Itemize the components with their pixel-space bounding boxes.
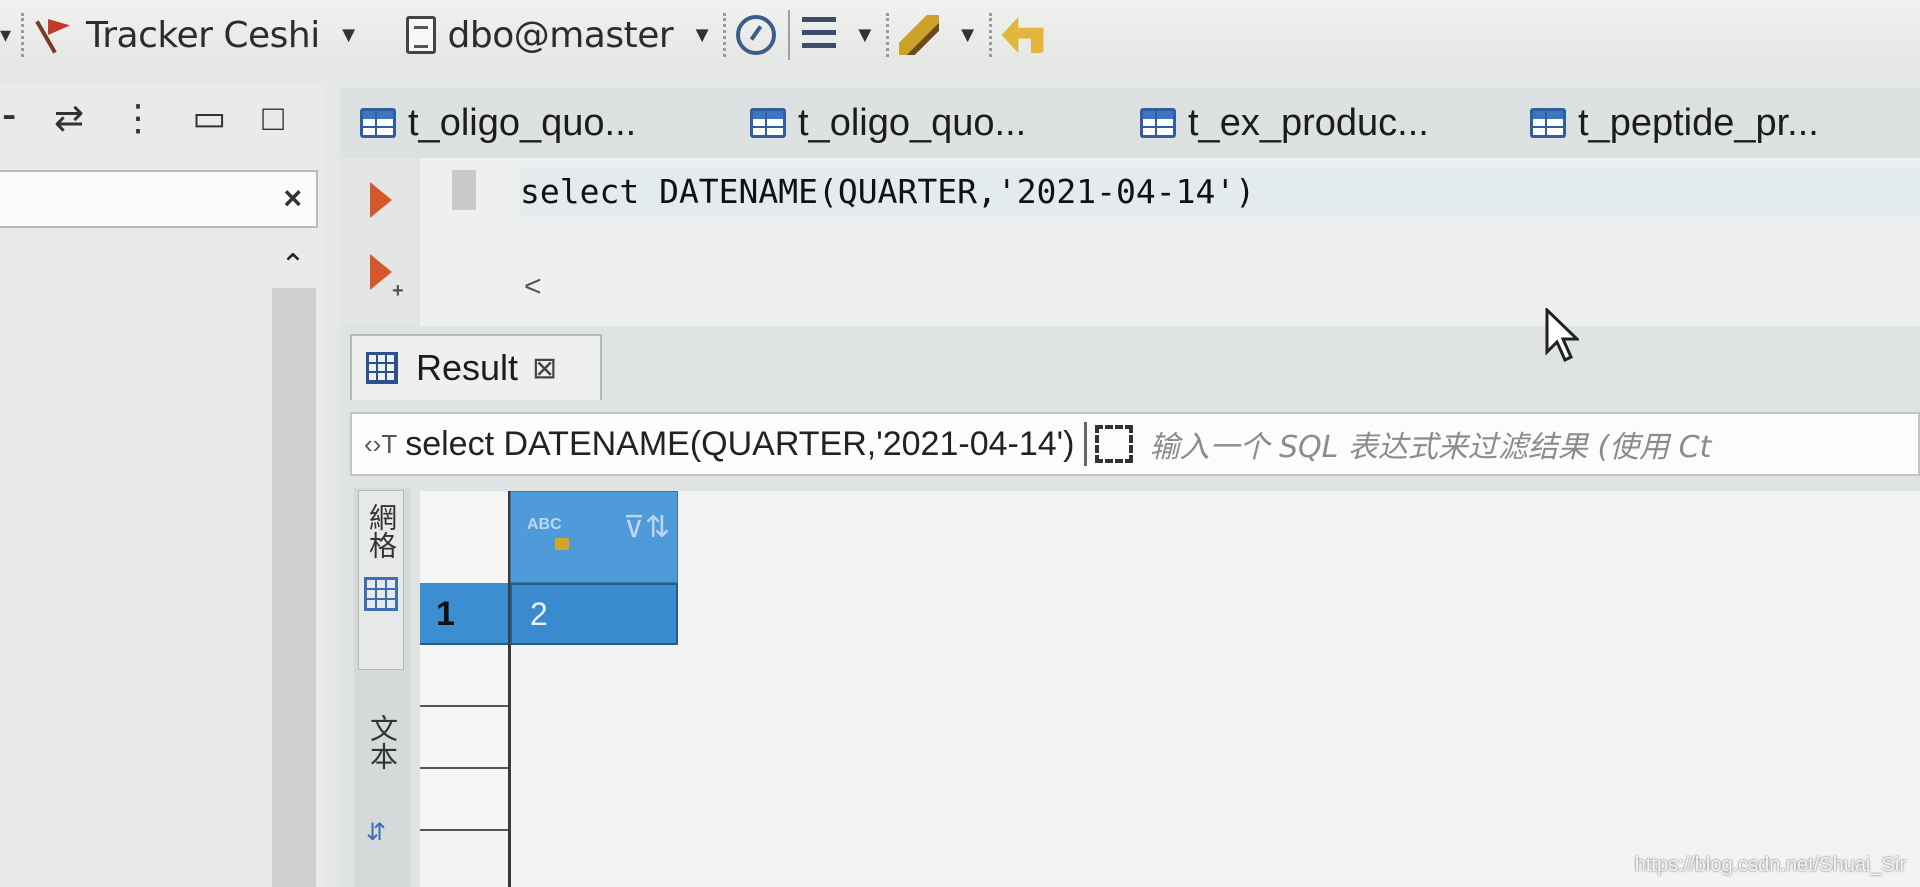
result-panel: Result ⊠ ‹›T select DATENAME(QUARTER,'20… bbox=[340, 326, 1920, 887]
maximize-icon[interactable]: □ bbox=[262, 97, 284, 139]
toolbar-separator bbox=[21, 13, 25, 57]
grid-corner bbox=[420, 491, 510, 583]
plus-icon: + bbox=[392, 280, 404, 302]
tab-label: t_peptide_pr... bbox=[1578, 101, 1819, 144]
row-number-empty bbox=[420, 707, 510, 769]
filter-input[interactable]: 输入一个 SQL 表达式来过滤结果 (使用 Ct bbox=[1149, 422, 1711, 466]
expand-icon[interactable] bbox=[1095, 425, 1134, 463]
minimize-icon[interactable]: ▭ bbox=[192, 97, 226, 139]
tab-label: t_oligo_quo... bbox=[798, 101, 1027, 144]
back-button[interactable] bbox=[1001, 0, 1044, 70]
tab-label: t_oligo_quo... bbox=[408, 101, 637, 144]
sql-code-line[interactable]: select DATENAME(QUARTER,'2021-04-14') bbox=[520, 168, 1920, 216]
connection-label: Tracker Ceshi bbox=[86, 14, 320, 56]
connection-selector[interactable]: Tracker Ceshi ▼ bbox=[34, 0, 359, 70]
toolbar-divider bbox=[787, 10, 790, 60]
text-view-button[interactable]: 文本 bbox=[362, 714, 402, 770]
scroll-left-icon[interactable]: < bbox=[524, 270, 542, 304]
dashboard-button[interactable] bbox=[735, 0, 776, 70]
clear-filter-icon[interactable]: × bbox=[283, 180, 302, 217]
grid-view-button[interactable]: 網格 bbox=[358, 490, 404, 670]
executed-query-text: select DATENAME(QUARTER,'2021-04-14') bbox=[405, 424, 1075, 463]
chevron-down-icon: ▼ bbox=[691, 22, 713, 47]
more-icon[interactable]: ⋮ bbox=[120, 97, 156, 139]
editor-tab-bar: t_oligo_quo... t_oligo_quo... t_ex_produ… bbox=[340, 88, 1920, 158]
result-grid[interactable]: 1 ABC ⊽⇅ 2 bbox=[420, 491, 1920, 887]
mouse-cursor-icon bbox=[1545, 308, 1579, 363]
close-icon[interactable]: ⊠ bbox=[532, 351, 557, 386]
format-button[interactable]: ▼ bbox=[898, 0, 979, 70]
chevron-down-icon: ▼ bbox=[337, 22, 360, 47]
tab-result[interactable]: Result ⊠ bbox=[350, 334, 602, 400]
result-tab-label: Result bbox=[416, 347, 519, 388]
tab-label: t_ex_produc... bbox=[1188, 101, 1429, 144]
table-icon bbox=[750, 108, 786, 138]
table-icon bbox=[360, 108, 396, 138]
navigator-scrollbar[interactable]: ⌃ bbox=[268, 248, 318, 887]
collapse-icon[interactable]: ⁃ bbox=[0, 97, 18, 139]
sql-editor[interactable]: + select DATENAME(QUARTER,'2021-04-14') … bbox=[340, 158, 1920, 326]
grid-icon bbox=[364, 577, 398, 611]
toolbar-separator bbox=[722, 13, 726, 57]
lock-icon bbox=[555, 538, 569, 550]
back-arrow-icon bbox=[1001, 17, 1044, 53]
string-type-icon: ABC bbox=[527, 516, 562, 533]
outline-button[interactable]: ▼ bbox=[801, 0, 876, 70]
toolbar-overflow[interactable]: ▾ bbox=[0, 0, 11, 70]
tab-t-peptide-pr[interactable]: t_peptide_pr... bbox=[1530, 102, 1920, 145]
chevron-down-icon: ▼ bbox=[853, 22, 876, 47]
toolbar-separator bbox=[885, 13, 889, 57]
text-cursor-icon: ‹›T bbox=[364, 428, 398, 459]
sort-icon[interactable]: ⇵ bbox=[366, 818, 386, 847]
row-number-empty bbox=[420, 645, 510, 707]
current-line-marker bbox=[452, 170, 476, 210]
filter-separator bbox=[1084, 422, 1088, 466]
tab-t-oligo-quo-2[interactable]: t_oligo_quo... bbox=[750, 102, 1140, 145]
link-editor-icon[interactable]: ⇄ bbox=[54, 97, 84, 139]
gauge-icon bbox=[735, 15, 776, 55]
row-number-empty bbox=[420, 769, 510, 831]
main-toolbar: ▾ Tracker Ceshi ▼ dbo@master ▼ ▼ ▼ bbox=[0, 0, 1920, 70]
database-icon bbox=[405, 16, 436, 54]
scroll-up-icon[interactable]: ⌃ bbox=[268, 248, 318, 288]
toolbar-separator bbox=[988, 13, 992, 57]
chevron-down-icon: ▼ bbox=[956, 22, 979, 47]
column-header[interactable]: ABC ⊽⇅ bbox=[510, 491, 678, 583]
table-icon bbox=[1530, 108, 1566, 138]
tab-t-oligo-quo-1[interactable]: t_oligo_quo... bbox=[360, 102, 750, 145]
pen-icon bbox=[898, 15, 939, 55]
navigator-panel: ⁃ ⇄ ⋮ ▭ □ × ⌃ bbox=[0, 82, 326, 887]
list-icon bbox=[801, 17, 836, 53]
result-cell[interactable]: 2 bbox=[510, 583, 678, 645]
execute-statement-icon[interactable] bbox=[370, 182, 392, 218]
navigator-filter-input[interactable]: × bbox=[0, 170, 318, 228]
watermark: https://blog.csdn.net/Shuai_Sir bbox=[1634, 854, 1906, 876]
grid-view-label: 網格 bbox=[366, 503, 397, 559]
row-number[interactable]: 1 bbox=[420, 583, 510, 645]
tab-t-ex-produc[interactable]: t_ex_produc... bbox=[1140, 102, 1530, 145]
result-view-switcher: 網格 文本 ⇵ bbox=[354, 488, 410, 887]
scrollbar-track[interactable] bbox=[272, 288, 316, 887]
grid-icon bbox=[366, 352, 398, 384]
flag-icon bbox=[40, 15, 74, 55]
table-icon bbox=[1140, 108, 1176, 138]
filter-sort-icon[interactable]: ⊽⇅ bbox=[623, 510, 670, 545]
result-filter-bar[interactable]: ‹›T select DATENAME(QUARTER,'2021-04-14'… bbox=[350, 412, 1920, 476]
execute-in-new-tab-icon[interactable] bbox=[370, 254, 392, 290]
navigator-toolbar: ⁃ ⇄ ⋮ ▭ □ bbox=[0, 82, 326, 154]
schema-label: dbo@master bbox=[447, 14, 674, 56]
schema-selector[interactable]: dbo@master ▼ bbox=[400, 0, 713, 70]
editor-gutter: + bbox=[340, 158, 420, 326]
